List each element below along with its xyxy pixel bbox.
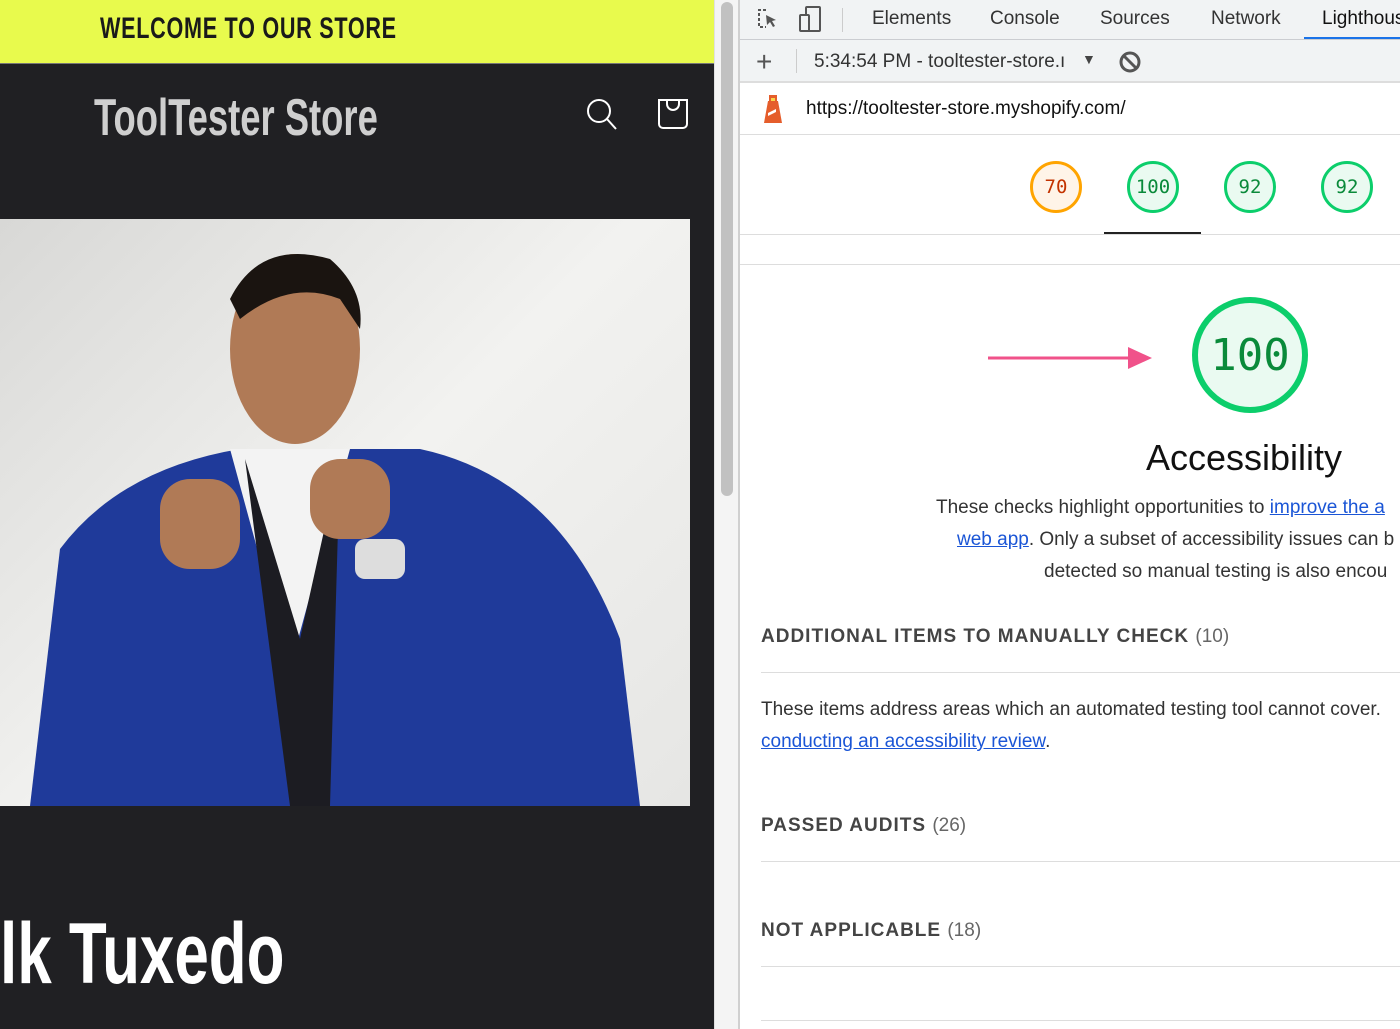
gauge-accessibility[interactable]: 100 <box>1127 161 1179 213</box>
devtools-tabs: Elements Console Sources Network Lightho… <box>740 0 1400 40</box>
section-not-applicable[interactable]: NOT APPLICABLE (18) <box>761 920 981 942</box>
tab-lighthouse[interactable]: Lighthous <box>1304 8 1400 39</box>
hero-image <box>0 219 690 806</box>
device-toolbar-icon[interactable] <box>798 5 824 33</box>
manual-link-line: conducting an accessibility review. <box>761 731 1050 753</box>
announcement-bar: WELCOME TO OUR STORE <box>0 0 714 64</box>
divider <box>761 861 1400 862</box>
active-gauge-indicator <box>1104 232 1201 234</box>
new-report-icon[interactable]: + <box>756 46 772 78</box>
tab-console[interactable]: Console <box>990 8 1060 30</box>
product-title: lk Tuxedo <box>0 906 285 1002</box>
section-count: (26) <box>932 815 967 836</box>
arrow-annotation-icon <box>988 347 1152 369</box>
section-manual-check[interactable]: ADDITIONAL ITEMS TO MANUALLY CHECK (10) <box>761 626 1229 648</box>
search-icon[interactable] <box>584 96 620 132</box>
section-title: ADDITIONAL ITEMS TO MANUALLY CHECK <box>761 626 1190 647</box>
desc-line-3: detected so manual testing is also encou <box>1044 561 1388 582</box>
gauge-seo[interactable]: 92 <box>1321 161 1373 213</box>
store-logo[interactable]: ToolTester Store <box>94 88 378 148</box>
section-count: (18) <box>947 920 982 941</box>
divider <box>761 1020 1400 1021</box>
report-url-bar: https://tooltester-store.myshopify.com/ <box>740 83 1400 135</box>
section-passed-audits[interactable]: PASSED AUDITS (26) <box>761 815 966 837</box>
inspect-element-icon[interactable] <box>756 7 780 31</box>
announcement-text: WELCOME TO OUR STORE <box>100 12 397 45</box>
manual-description: These items address areas which an autom… <box>761 699 1381 720</box>
gauge-best-practices[interactable]: 92 <box>1224 161 1276 213</box>
web-app-link[interactable]: web app <box>957 529 1029 550</box>
lighthouse-icon <box>764 95 782 123</box>
desc-text: . Only a subset of accessibility issues … <box>1028 529 1395 550</box>
scrollbar-thumb[interactable] <box>721 2 733 496</box>
divider <box>761 966 1400 967</box>
divider <box>842 8 843 32</box>
desc-line-2: web app. Only a subset of accessibility … <box>957 529 1394 551</box>
report-url[interactable]: https://tooltester-store.myshopify.com/ <box>806 98 1126 120</box>
cart-icon[interactable] <box>656 96 692 132</box>
lighthouse-toolbar: + 5:34:54 PM - tooltester-store.ı ▼ <box>740 40 1400 83</box>
clear-icon[interactable] <box>1118 50 1142 74</box>
devtools-panel: Elements Console Sources Network Lightho… <box>738 0 1400 1029</box>
desc-text: These checks highlight opportunities to <box>936 497 1270 518</box>
gauge-performance[interactable]: 70 <box>1030 161 1082 213</box>
improve-link[interactable]: improve the a <box>1270 497 1385 518</box>
report-select[interactable]: 5:34:54 PM - tooltester-store.ı <box>814 51 1065 73</box>
divider <box>796 49 797 73</box>
divider <box>761 672 1400 673</box>
period: . <box>1045 731 1051 752</box>
model-photo <box>30 254 640 806</box>
category-title: Accessibility <box>1146 437 1343 478</box>
desc-line-1: These checks highlight opportunities to … <box>936 497 1385 519</box>
divider <box>740 264 1400 265</box>
accessibility-score-gauge: 100 <box>1192 297 1308 413</box>
tab-elements[interactable]: Elements <box>872 8 951 30</box>
score-gauges: 70 100 92 92 <box>740 135 1400 235</box>
dropdown-arrow-icon[interactable]: ▼ <box>1082 51 1096 67</box>
section-count: (10) <box>1195 626 1230 647</box>
store-preview: WELCOME TO OUR STORE ToolTester Store lk… <box>0 0 714 1029</box>
tab-network[interactable]: Network <box>1211 8 1281 30</box>
tab-sources[interactable]: Sources <box>1100 8 1170 30</box>
accessibility-review-link[interactable]: conducting an accessibility review <box>761 731 1045 752</box>
section-title: NOT APPLICABLE <box>761 920 942 941</box>
section-title: PASSED AUDITS <box>761 815 927 836</box>
